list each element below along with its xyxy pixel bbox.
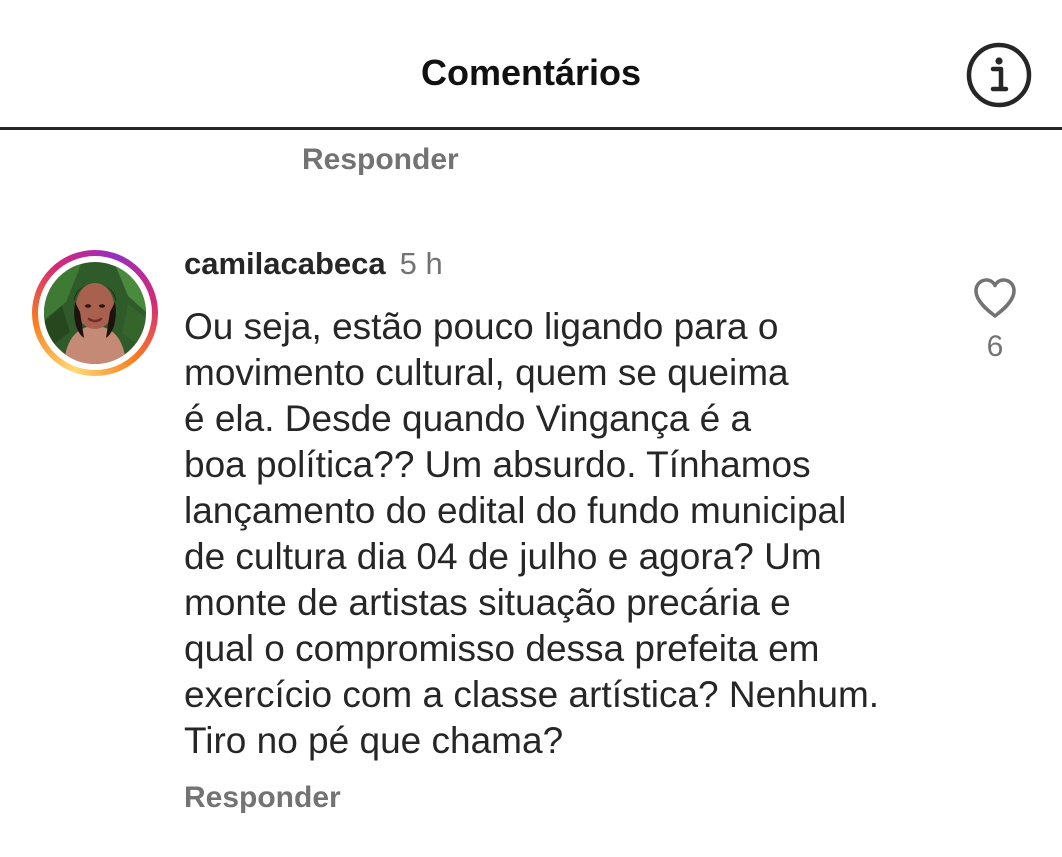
comment-header: camilacabeca 5 h <box>184 246 443 282</box>
story-ring[interactable] <box>32 250 158 376</box>
heart-outline-icon <box>974 278 1016 318</box>
comment-time: 5 h <box>399 246 443 281</box>
like-count: 6 <box>986 330 1004 363</box>
profile-photo <box>44 262 146 364</box>
page-title: Comentários <box>420 52 642 93</box>
info-button[interactable] <box>966 42 1032 108</box>
reply-button[interactable]: Responder <box>184 781 341 815</box>
top-bar: Comentários <box>0 0 1062 130</box>
reply-button[interactable]: Responder <box>302 143 459 177</box>
username[interactable]: camilacabeca <box>184 246 386 281</box>
comment-text: Ou seja, estão pouco ligando para o movi… <box>184 306 880 761</box>
avatar[interactable] <box>44 262 146 364</box>
comment-item: camilacabeca 5 h Ou seja, estão pouco lig… <box>0 240 1062 840</box>
like-button[interactable] <box>972 276 1018 320</box>
info-circle-icon <box>966 42 1032 108</box>
